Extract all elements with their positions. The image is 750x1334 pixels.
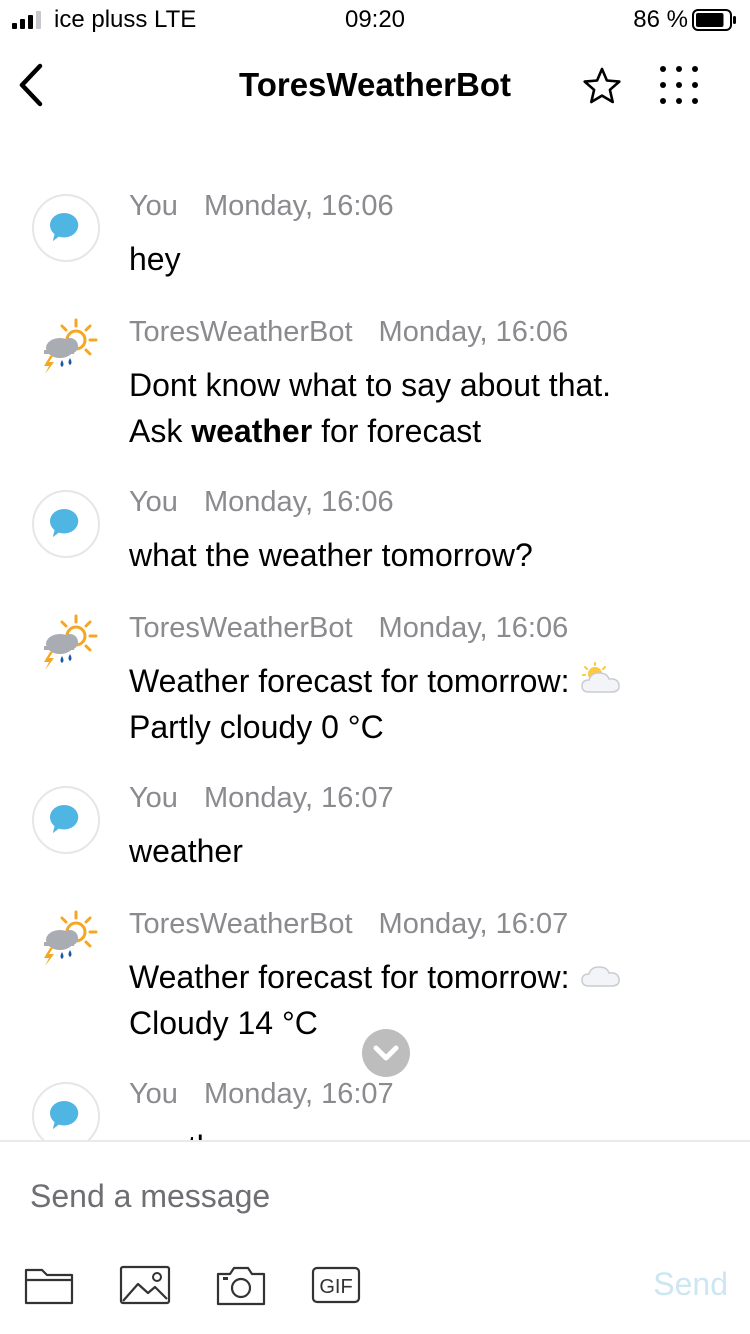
message-line: Ask weather for forecast [129, 408, 611, 454]
message-text: Dont know what to say about that. Ask we… [129, 362, 611, 454]
message-meta: You Monday, 16:07 [129, 1078, 394, 1111]
status-bar: ice pluss LTE 09:20 86 % [0, 0, 750, 40]
battery-percent: 86 % [633, 6, 688, 33]
message-time: Monday, 16:07 [378, 908, 569, 940]
message-meta: You Monday, 16:07 [129, 782, 394, 815]
message-time: Monday, 16:07 [203, 1078, 394, 1110]
chat-title: ToresWeatherBot [239, 66, 511, 103]
camera-icon[interactable] [214, 1262, 268, 1308]
message-meta: ToresWeatherBot Monday, 16:06 [129, 316, 568, 349]
attachment-toolbar: GIF [0, 1262, 750, 1312]
message-sender: ToresWeatherBot [129, 612, 353, 644]
image-icon[interactable] [118, 1262, 172, 1308]
gif-button[interactable]: GIF [310, 1262, 364, 1308]
weather-bot-avatar-icon [44, 614, 98, 670]
send-button[interactable]: Send [653, 1266, 728, 1303]
message-time: Monday, 16:06 [203, 190, 394, 222]
message-time: Monday, 16:06 [378, 316, 569, 348]
message-sender: You [129, 190, 178, 222]
message-time: Monday, 16:06 [378, 612, 569, 644]
message-list[interactable]: You Monday, 16:06 hey ToresWeatherBot Mond… [0, 150, 750, 1140]
scroll-to-bottom-button[interactable] [362, 1029, 410, 1077]
message-line-text: Weather forecast for tomorrow: [129, 663, 570, 699]
message-meta: ToresWeatherBot Monday, 16:06 [129, 612, 568, 645]
weather-bot-avatar-icon [44, 318, 98, 374]
message-line-text: Weather forecast for tomorrow: [129, 959, 570, 995]
message-input[interactable] [30, 1166, 720, 1226]
message-meta: You Monday, 16:06 [129, 190, 394, 223]
message-time: Monday, 16:06 [203, 486, 394, 518]
chat-bubble-icon [50, 804, 79, 834]
gif-label: GIF [319, 1276, 352, 1298]
message-text: what the weather tomorrow? [129, 532, 533, 578]
user-avatar [32, 490, 100, 558]
message-line: hey [129, 241, 181, 277]
message-line-text: Ask [129, 413, 192, 449]
message-line-text: for forecast [312, 413, 482, 449]
user-avatar [32, 194, 100, 262]
message-line: Weather forecast for tomorrow: [129, 658, 623, 704]
folder-icon[interactable] [22, 1262, 76, 1308]
message-sender: ToresWeatherBot [129, 908, 353, 940]
chat-bubble-icon [50, 212, 79, 242]
message-line: Dont know what to say about that. [129, 367, 612, 403]
message-text: hey [129, 236, 181, 282]
message-line: what the weather tomorrow? [129, 537, 533, 573]
dots-grid-icon[interactable] [656, 62, 702, 108]
gif-icon: GIF [311, 1266, 361, 1304]
command-keyword: weather [191, 413, 313, 449]
user-avatar [32, 786, 100, 854]
sun-behind-cloud-icon [581, 662, 621, 693]
chat-bubble-icon [50, 508, 79, 538]
message-sender: You [129, 1078, 178, 1110]
message-sender: ToresWeatherBot [129, 316, 353, 348]
message-line: Weather forecast for tomorrow: [129, 954, 623, 1000]
chat-header: ToresWeatherBot [0, 48, 750, 124]
message-line: weather [129, 833, 243, 869]
message-text: Weather forecast for tomorrow: Partly cl… [129, 658, 623, 750]
message-time: Monday, 16:07 [203, 782, 394, 814]
chevron-down-icon [373, 1045, 399, 1061]
message-sender: You [129, 486, 178, 518]
message-line: Partly cloudy 0 °C [129, 709, 384, 745]
user-avatar [32, 1082, 100, 1140]
cloud-icon [581, 966, 621, 987]
message-text: weather [129, 1124, 243, 1140]
message-sender: You [129, 782, 178, 814]
star-icon[interactable] [582, 66, 622, 106]
message-line: weather [129, 1124, 243, 1140]
message-text: weather [129, 828, 243, 874]
message-meta: ToresWeatherBot Monday, 16:07 [129, 908, 568, 941]
chat-bubble-icon [50, 1100, 79, 1130]
composer-divider [0, 1140, 750, 1142]
message-meta: You Monday, 16:06 [129, 486, 394, 519]
weather-bot-avatar-icon [44, 910, 98, 966]
battery-icon [692, 9, 736, 31]
